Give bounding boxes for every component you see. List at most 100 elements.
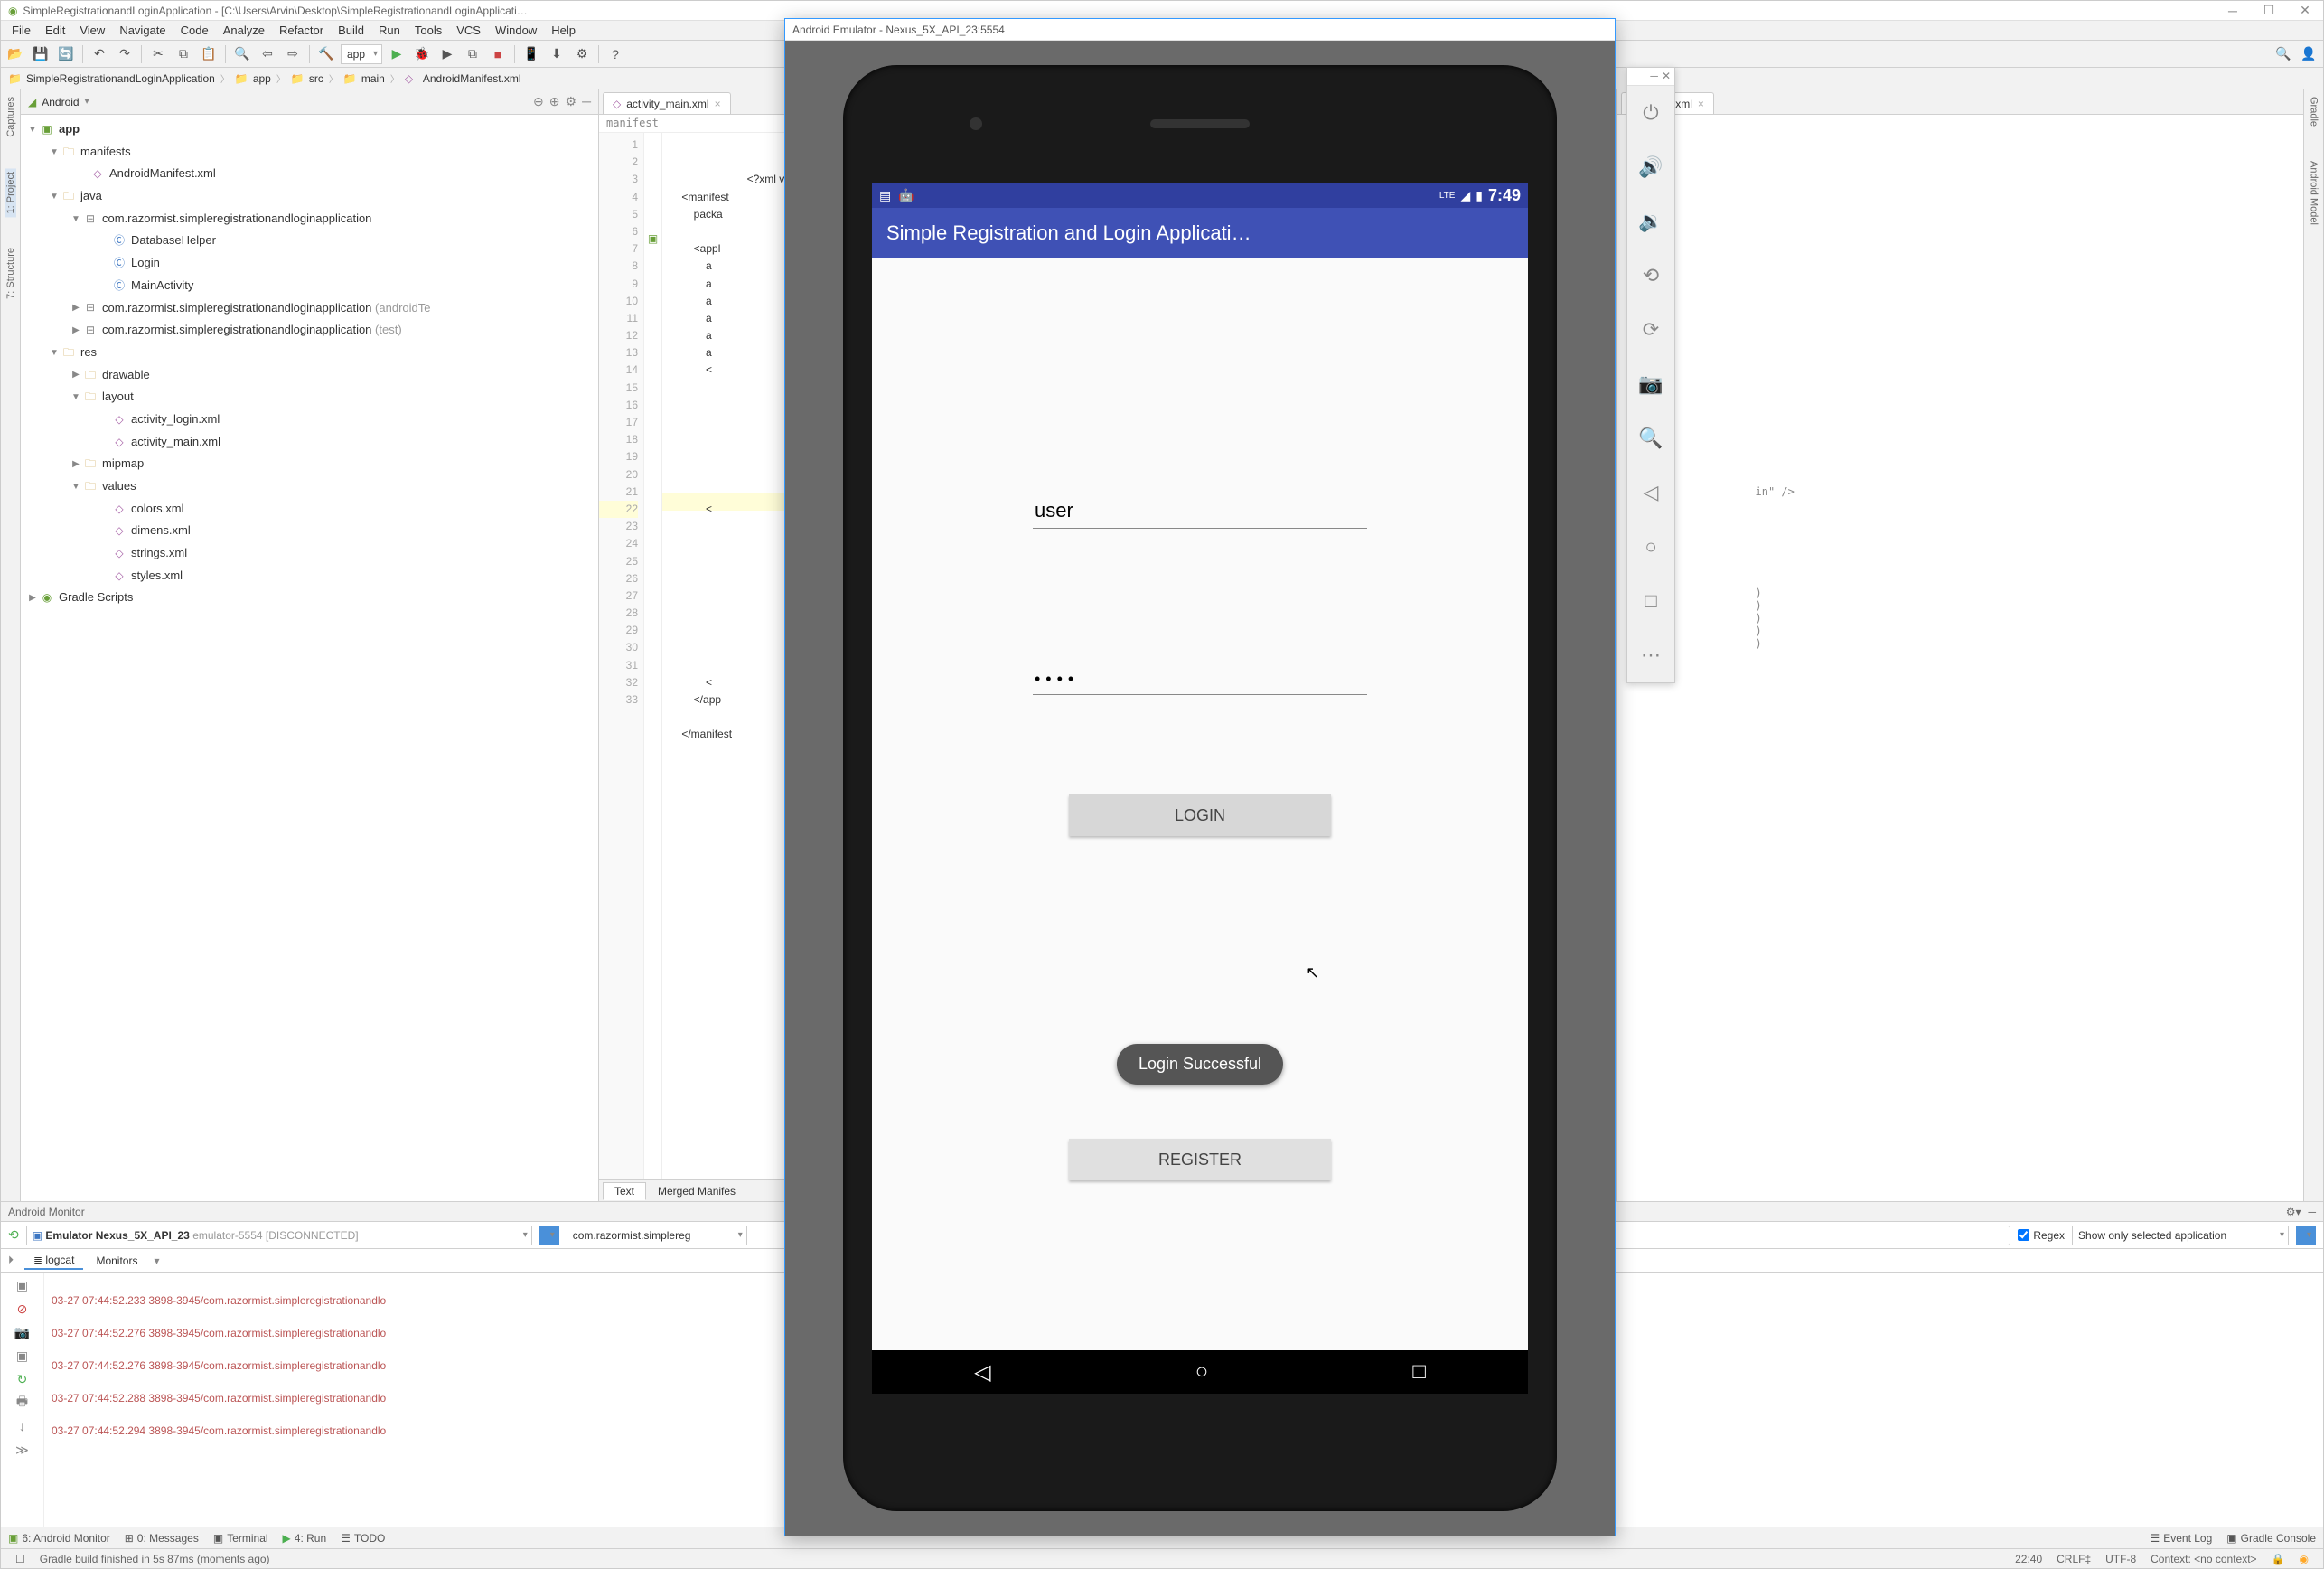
tab-monitors[interactable]: Monitors	[87, 1253, 146, 1269]
tree-res[interactable]: ▼🗀res	[21, 342, 598, 364]
project-structure-icon[interactable]: ⚙	[571, 43, 593, 65]
tree-values-file[interactable]: ◇colors.xml	[21, 498, 598, 521]
tree-pkg-test[interactable]: ▶⊟com.razormist.simpleregistrationandlog…	[21, 319, 598, 342]
maximize-button[interactable]: ☐	[2258, 4, 2280, 18]
emulator-titlebar[interactable]: Android Emulator - Nexus_5X_API_23:5554	[785, 19, 1615, 41]
tab-android-model[interactable]: Android Model	[2309, 157, 2319, 229]
breadcrumb-item[interactable]: main	[361, 72, 385, 85]
rotate-right-icon[interactable]: ⟳	[1627, 303, 1674, 357]
tree-gradle-scripts[interactable]: ▶◉Gradle Scripts	[21, 587, 598, 609]
tab-text[interactable]: Text	[603, 1182, 646, 1200]
back-button[interactable]: ◁	[974, 1359, 990, 1386]
menu-window[interactable]: Window	[488, 22, 544, 39]
overview-icon[interactable]: □	[1627, 574, 1674, 628]
back-icon[interactable]: ⇦	[257, 43, 278, 65]
status-icon[interactable]: ☐	[15, 1553, 25, 1565]
close-button[interactable]: ✕	[2294, 4, 2316, 18]
tool-messages[interactable]: ⊞0: Messages	[125, 1532, 199, 1545]
tree-layout-file[interactable]: ◇activity_main.xml	[21, 431, 598, 454]
attach-icon[interactable]: ⧉	[462, 43, 483, 65]
minimize-button[interactable]: ─	[2222, 4, 2244, 18]
password-input[interactable]	[1033, 664, 1367, 695]
tree-pkg-androidtest[interactable]: ▶⊟com.razormist.simpleregistrationandlog…	[21, 297, 598, 320]
tree-values[interactable]: ▼🗀values	[21, 475, 598, 498]
process-select[interactable]: com.razormist.simplereg	[567, 1226, 747, 1245]
tool-todo[interactable]: ☰TODO	[341, 1532, 385, 1545]
tree-app[interactable]: ▼▣app	[21, 118, 598, 141]
tab-structure[interactable]: 7: Structure	[5, 244, 16, 303]
scroll-icon[interactable]: ▣	[14, 1276, 32, 1294]
tree-drawable[interactable]: ▶🗀drawable	[21, 364, 598, 387]
tab-logcat[interactable]: ≣ logcat	[24, 1252, 83, 1270]
help-icon[interactable]: ?	[604, 43, 626, 65]
menu-view[interactable]: View	[72, 22, 112, 39]
hide-icon[interactable]: ─	[2308, 1206, 2316, 1218]
restart-icon[interactable]: ⟲	[8, 1227, 19, 1243]
debug-icon[interactable]: 🐞	[411, 43, 433, 65]
menu-refactor[interactable]: Refactor	[272, 22, 331, 39]
tool-android-monitor[interactable]: ▣6: Android Monitor	[8, 1532, 110, 1545]
avd-icon[interactable]: 📱	[520, 43, 542, 65]
power-icon[interactable]: ⏻	[1627, 86, 1674, 140]
menu-run[interactable]: Run	[371, 22, 408, 39]
more-icon[interactable]: ≫	[14, 1441, 32, 1459]
login-button[interactable]: LOGIN	[1069, 794, 1331, 836]
inspection-icon[interactable]: ◉	[2300, 1553, 2309, 1565]
rotate-left-icon[interactable]: ⟲	[1627, 249, 1674, 303]
home-button[interactable]: ○	[1195, 1359, 1209, 1385]
search-everywhere-icon[interactable]: 🔍	[2272, 43, 2294, 65]
print-icon[interactable]: 🖶	[14, 1394, 32, 1412]
file-encoding[interactable]: UTF-8	[2105, 1553, 2136, 1565]
hide-icon[interactable]: ─	[582, 94, 591, 109]
device-dropdown[interactable]	[539, 1226, 559, 1245]
tree-layout-file[interactable]: ◇activity_login.xml	[21, 409, 598, 431]
settings-icon[interactable]: ⚙▾	[2286, 1206, 2301, 1218]
restart-icon[interactable]: ↻	[14, 1370, 32, 1388]
target-icon[interactable]: ⊕	[549, 94, 560, 109]
breadcrumb-item[interactable]: SimpleRegistrationandLoginApplication	[26, 72, 215, 85]
tool-terminal[interactable]: ▣Terminal	[213, 1532, 268, 1545]
make-icon[interactable]: 🔨	[315, 43, 337, 65]
down-icon[interactable]: ↓	[14, 1417, 32, 1435]
tab-captures[interactable]: Captures	[5, 93, 16, 141]
redo-icon[interactable]: ↷	[114, 43, 136, 65]
tool-event-log[interactable]: ☰Event Log	[2150, 1532, 2212, 1545]
regex-checkbox[interactable]: Regex	[2018, 1229, 2065, 1242]
tab-merged-manifest[interactable]: Merged Manifes	[646, 1182, 747, 1200]
menu-code[interactable]: Code	[173, 22, 216, 39]
breadcrumb-item[interactable]: src	[309, 72, 323, 85]
find-icon[interactable]: 🔍	[231, 43, 253, 65]
zoom-icon[interactable]: 🔍	[1627, 411, 1674, 465]
user-icon[interactable]: 👤	[2298, 43, 2319, 65]
tree-pkg-main[interactable]: ▼⊟com.razormist.simpleregistrationandlog…	[21, 208, 598, 230]
dropdown-icon[interactable]: ▾	[85, 97, 89, 107]
open-icon[interactable]: 📂	[5, 43, 26, 65]
filter-select[interactable]: Show only selected application	[2072, 1226, 2289, 1245]
save-icon[interactable]: 💾	[30, 43, 52, 65]
sdk-icon[interactable]: ⬇	[546, 43, 567, 65]
menu-build[interactable]: Build	[331, 22, 371, 39]
lock-icon[interactable]: 🔒	[2272, 1553, 2285, 1565]
tree-class[interactable]: ⒸDatabaseHelper	[21, 230, 598, 252]
username-input[interactable]	[1033, 493, 1367, 529]
device-select[interactable]: ▣ Emulator Nexus_5X_API_23 emulator-5554…	[26, 1226, 532, 1245]
menu-tools[interactable]: Tools	[408, 22, 449, 39]
collapse-icon[interactable]: ⊖	[533, 94, 544, 109]
tree-values-file[interactable]: ◇dimens.xml	[21, 520, 598, 542]
volume-down-icon[interactable]: 🔉	[1627, 194, 1674, 249]
tool-run[interactable]: ▶4: Run	[283, 1532, 327, 1545]
tree-java[interactable]: ▼🗀java	[21, 185, 598, 208]
run-config-select[interactable]: app	[341, 44, 382, 64]
record-icon[interactable]: ▣	[14, 1347, 32, 1365]
project-view-mode[interactable]: Android	[42, 96, 79, 108]
overview-button[interactable]: □	[1412, 1359, 1426, 1385]
tab-menu-icon[interactable]: ▾	[154, 1254, 159, 1267]
android-gutter-icon[interactable]: ▣	[644, 232, 661, 245]
screenshot-icon[interactable]: 📷	[14, 1323, 32, 1341]
forward-icon[interactable]: ⇨	[282, 43, 304, 65]
tab-gradle[interactable]: Gradle	[2309, 93, 2319, 130]
run-icon[interactable]: ▶	[386, 43, 408, 65]
tab-project[interactable]: 1: Project	[5, 168, 16, 217]
settings-icon[interactable]: ⚙	[566, 94, 577, 109]
paste-icon[interactable]: 📋	[198, 43, 220, 65]
